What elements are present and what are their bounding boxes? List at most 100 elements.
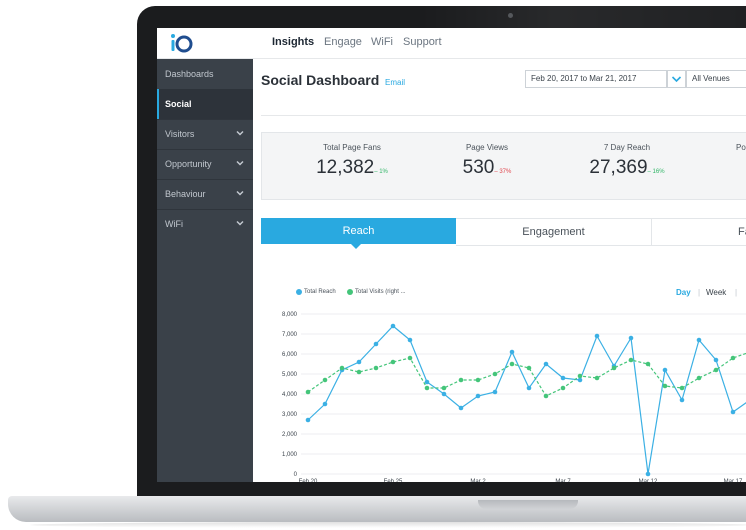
data-point-total-reach — [407, 337, 413, 343]
data-point-total-visits — [509, 361, 515, 367]
nav-insights[interactable]: Insights — [272, 36, 314, 48]
top-navigation: Insights Engage WiFi Support — [157, 28, 746, 59]
chevron-down-icon — [236, 130, 244, 136]
y-tick-label: 8,000 — [282, 312, 298, 318]
date-dropdown-button[interactable] — [667, 70, 686, 88]
data-point-total-reach — [475, 393, 481, 399]
sidebar-item-opportunity[interactable]: Opportunity — [157, 149, 253, 180]
x-tick-label: Feb 20 — [299, 479, 318, 482]
data-point-total-visits — [628, 357, 634, 363]
sidebar-item-label: Visitors — [165, 129, 195, 139]
data-point-total-visits — [390, 359, 396, 365]
screen: Insights Engage WiFi Support Dashboards … — [157, 28, 746, 482]
page-title: Social Dashboard — [261, 72, 380, 88]
data-point-total-reach — [526, 385, 532, 391]
stat-total-page-fans: Total Page Fans 12,382– 1% — [302, 143, 402, 179]
stat-truncated: Po — [736, 143, 746, 152]
data-point-total-visits — [526, 365, 532, 371]
data-point-total-reach — [713, 357, 719, 363]
data-point-total-reach — [560, 375, 566, 381]
nav-engage[interactable]: Engage — [324, 36, 362, 48]
data-point-total-visits — [713, 367, 719, 373]
data-point-total-visits — [424, 385, 430, 391]
email-link[interactable]: Email — [385, 78, 405, 87]
y-tick-label: 1,000 — [282, 452, 298, 458]
data-point-total-visits — [679, 385, 685, 391]
y-tick-label: 7,000 — [282, 332, 298, 338]
x-tick-label: Mar 7 — [555, 479, 571, 482]
data-point-total-reach — [373, 341, 379, 347]
y-tick-label: 3,000 — [282, 412, 298, 418]
data-point-total-reach — [356, 359, 362, 365]
data-point-total-reach — [543, 361, 549, 367]
chevron-down-icon — [236, 190, 244, 196]
stat-value: 530 — [462, 157, 495, 178]
data-point-total-reach — [696, 337, 702, 343]
data-point-total-visits — [458, 377, 464, 383]
venue-select[interactable]: All Venues — [686, 70, 746, 88]
data-point-total-visits — [560, 385, 566, 391]
data-point-total-visits — [730, 355, 736, 361]
data-point-total-reach — [679, 397, 685, 403]
stat-change: – 1% — [374, 169, 388, 175]
chevron-down-icon — [671, 76, 682, 83]
data-point-total-visits — [373, 365, 379, 371]
data-point-total-reach — [577, 377, 583, 383]
sidebar-item-label: Dashboards — [165, 69, 214, 79]
y-tick-label: 5,000 — [282, 372, 298, 378]
stat-label: Po — [736, 143, 746, 152]
tab-engagement[interactable]: Engagement — [456, 218, 652, 246]
data-point-total-reach — [509, 349, 515, 355]
stat-label: Total Page Fans — [323, 143, 381, 152]
stat-value-row: 27,369– 16% — [577, 157, 677, 179]
data-point-total-visits — [407, 355, 413, 361]
data-point-total-visits — [696, 375, 702, 381]
main-content: Social Dashboard Email Feb 20, 2017 to M… — [253, 59, 746, 482]
line-chart-svg: 0 1,000 2,000 3,000 4,000 5,000 6,000 7,000 8,00… — [282, 312, 746, 482]
stat-7-day-reach: 7 Day Reach 27,369– 16% — [577, 143, 677, 179]
y-tick-label: 2,000 — [282, 432, 298, 438]
data-point-total-reach — [594, 333, 600, 339]
data-point-total-reach — [441, 391, 447, 397]
data-point-total-reach — [305, 417, 311, 423]
venue-value: All Venues — [692, 74, 730, 83]
sidebar-item-wifi[interactable]: WiFi — [157, 209, 253, 239]
stat-page-views: Page Views 530– 37% — [437, 143, 537, 179]
nav-support[interactable]: Support — [403, 36, 442, 48]
date-range-value: Feb 20, 2017 to Mar 21, 2017 — [531, 74, 637, 83]
sidebar-item-social[interactable]: Social — [157, 89, 253, 120]
data-point-total-reach — [492, 389, 498, 395]
data-point-total-visits — [543, 393, 549, 399]
chevron-down-icon — [236, 220, 244, 226]
data-point-total-visits — [577, 373, 583, 379]
tab-reach[interactable]: Reach — [261, 218, 456, 244]
tab-fans[interactable]: Fa — [652, 218, 746, 246]
stats-panel: Total Page Fans 12,382– 1% Page Views 53… — [261, 132, 746, 200]
y-tick-label: 4,000 — [282, 392, 298, 398]
io-logo — [171, 34, 193, 53]
chevron-down-icon — [236, 160, 244, 166]
date-range-picker[interactable]: Feb 20, 2017 to Mar 21, 2017 — [525, 70, 667, 88]
x-tick-label: Mar 2 — [470, 479, 486, 482]
x-tick-label: Feb 25 — [384, 479, 403, 482]
sidebar: Dashboards Social Visitors Opportunity B… — [157, 59, 253, 482]
nav-wifi[interactable]: WiFi — [371, 36, 393, 48]
data-point-total-visits — [356, 369, 362, 375]
stat-value-row: 530– 37% — [437, 157, 537, 179]
sidebar-item-label: WiFi — [165, 219, 183, 229]
data-point-total-reach — [730, 409, 736, 415]
data-point-total-visits — [475, 377, 481, 383]
data-point-total-visits — [645, 361, 651, 367]
data-point-total-visits — [611, 365, 617, 371]
sidebar-item-behaviour[interactable]: Behaviour — [157, 179, 253, 210]
stat-value: 12,382 — [316, 157, 375, 178]
sidebar-item-visitors[interactable]: Visitors — [157, 119, 253, 150]
data-point-total-reach — [662, 367, 668, 373]
data-point-total-visits — [662, 383, 668, 389]
sidebar-item-dashboards[interactable]: Dashboards — [157, 59, 253, 90]
data-point-total-visits — [441, 385, 447, 391]
bezel-reflection — [420, 6, 746, 28]
data-point-total-visits — [305, 389, 311, 395]
data-point-total-visits — [339, 365, 345, 371]
sidebar-item-label: Opportunity — [165, 159, 212, 169]
